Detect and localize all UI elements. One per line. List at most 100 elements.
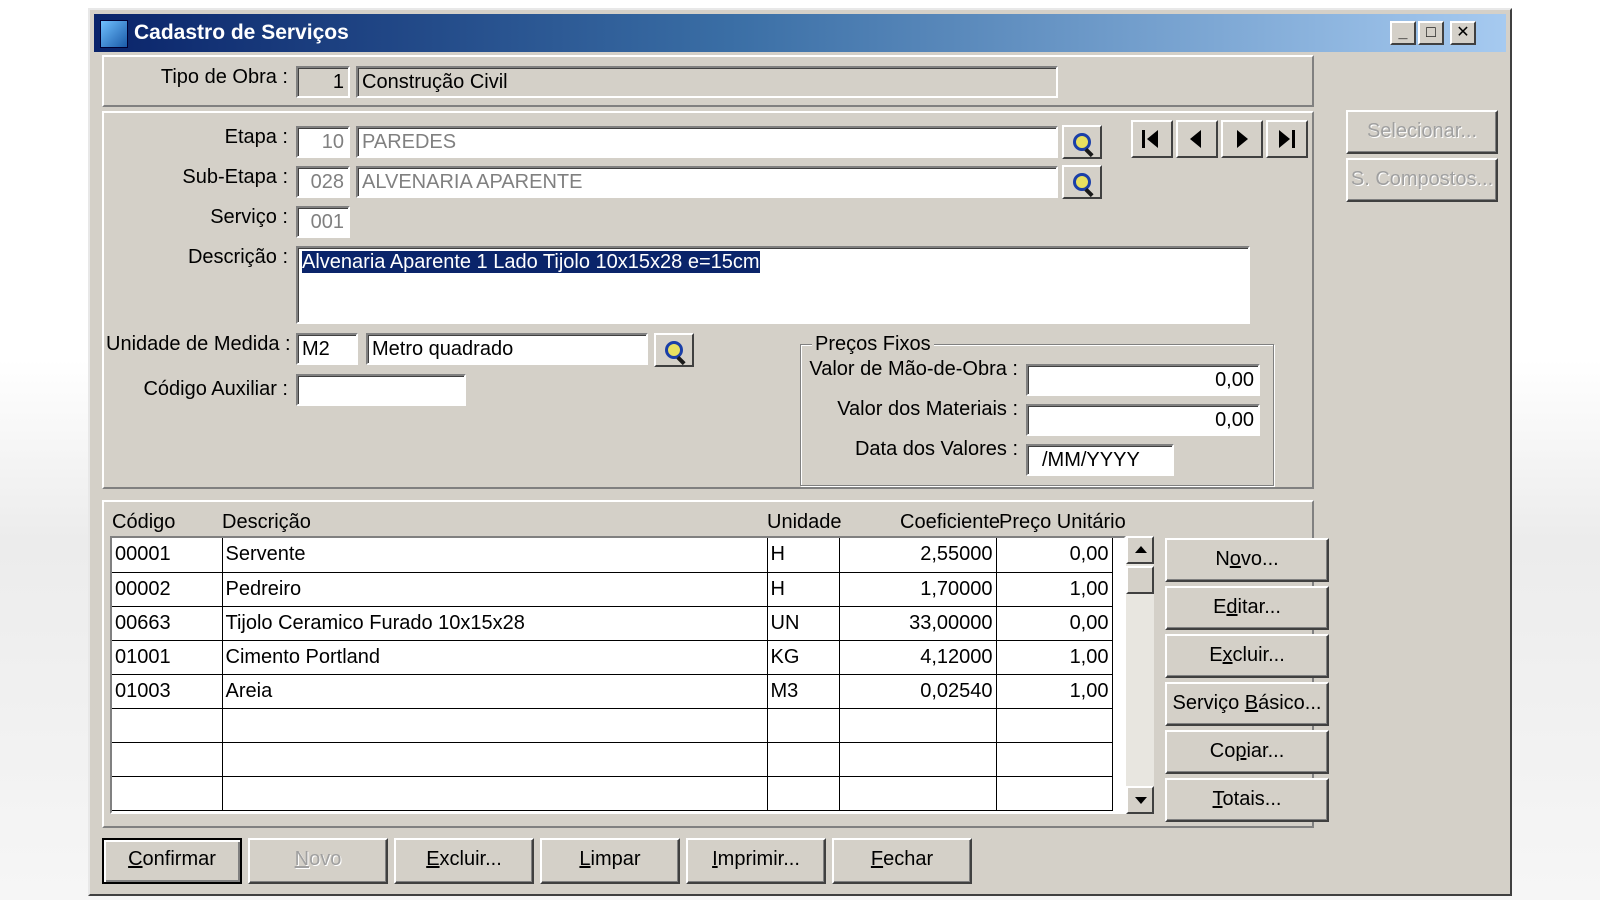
table-cell[interactable]: 00001 [112,538,223,573]
table-cell[interactable]: Pedreiro [222,572,768,607]
table-cell[interactable] [839,708,997,743]
col-header-coeficiente[interactable]: Coeficiente [900,511,1000,534]
table-cell[interactable]: 1,00 [996,674,1113,709]
table-cell[interactable]: 00002 [112,572,223,607]
maximize-button[interactable]: □ [1418,21,1444,45]
window-title: Cadastro de Serviços [134,21,349,44]
composicao-grid[interactable]: 00001 Servente H 2,55000 0,00 00002 Pedreiro H 1… [110,536,1126,814]
materiais-field[interactable]: 0,00 [1026,404,1260,436]
table-row[interactable] [112,776,1113,811]
table-cell[interactable]: 1,70000 [839,572,997,607]
selecionar-button[interactable]: Selecionar... [1346,110,1498,154]
etapa-name-field: PAREDES [356,126,1058,158]
table-cell[interactable]: KG [767,640,840,675]
table-row[interactable]: 00002 Pedreiro H 1,70000 1,00 [112,572,1113,607]
col-header-preco[interactable]: Preço Unitário [999,511,1126,534]
grid-excluir-button[interactable]: Excluir... [1165,634,1329,678]
table-cell[interactable] [767,708,840,743]
data-valores-field[interactable]: /MM/YYYY [1026,444,1174,476]
copiar-button[interactable]: Copiar... [1165,730,1329,774]
imprimir-button[interactable]: Imprimir... [686,838,826,884]
scroll-up-button[interactable] [1126,536,1154,564]
table-row[interactable]: 01003 Areia M3 0,02540 1,00 [112,674,1113,709]
table-cell[interactable] [112,742,223,777]
table-cell[interactable]: 00663 [112,606,223,641]
servico-code-field[interactable]: 001 [296,206,350,238]
next-record-button[interactable] [1221,120,1263,158]
footer-excluir-button[interactable]: Excluir... [394,838,534,884]
table-cell[interactable]: 01001 [112,640,223,675]
servico-basico-button[interactable]: Serviço Básico... [1165,682,1329,726]
previous-record-button[interactable] [1176,120,1218,158]
totais-button[interactable]: Totais... [1165,778,1329,822]
grid-editar-button[interactable]: Editar... [1165,586,1329,630]
table-cell[interactable] [996,742,1113,777]
table-cell[interactable] [996,776,1113,811]
etapa-search-button[interactable] [1062,125,1102,159]
limpar-button[interactable]: Limpar [540,838,680,884]
table-cell[interactable]: Areia [222,674,768,709]
editar-accel: d [1226,596,1238,618]
table-cell[interactable]: 0,00 [996,606,1113,641]
subetapa-code-field[interactable]: 028 [296,166,350,198]
table-cell[interactable]: 33,00000 [839,606,997,641]
unidade-code-field[interactable]: M2 [296,333,358,365]
table-cell[interactable] [767,776,840,811]
confirmar-accel: C [128,848,143,870]
etapa-code-field[interactable]: 10 [296,126,350,158]
table-cell[interactable]: 1,00 [996,640,1113,675]
table-cell[interactable] [996,708,1113,743]
table-row[interactable]: 00663 Tijolo Ceramico Furado 10x15x28 UN 33… [112,606,1113,641]
unidade-search-button[interactable] [654,333,694,367]
col-header-descricao[interactable]: Descrição [222,511,311,534]
scroll-down-button[interactable] [1126,786,1154,814]
fechar-button[interactable]: Fechar [832,838,972,884]
grid-scrollbar[interactable] [1126,536,1154,814]
confirmar-button[interactable]: Confirmar [102,838,242,884]
table-cell[interactable]: Cimento Portland [222,640,768,675]
title-bar[interactable]: Cadastro de Serviços _ □ ✕ [94,14,1506,52]
table-cell[interactable]: 0,00 [996,538,1113,573]
table-cell[interactable]: 4,12000 [839,640,997,675]
editar-text-a: E [1213,596,1227,618]
table-cell[interactable]: 0,02540 [839,674,997,709]
minimize-button[interactable]: _ [1390,21,1416,45]
table-cell[interactable]: 1,00 [996,572,1113,607]
table-cell[interactable]: Tijolo Ceramico Furado 10x15x28 [222,606,768,641]
table-cell[interactable] [112,708,223,743]
table-cell[interactable] [112,776,223,811]
table-cell[interactable]: 01003 [112,674,223,709]
table-cell[interactable] [222,708,768,743]
first-record-button[interactable] [1131,120,1173,158]
arrow-up-icon [1135,546,1147,553]
table-cell[interactable]: M3 [767,674,840,709]
col-header-unidade[interactable]: Unidade [767,511,842,534]
magnifier-icon [665,341,683,359]
mao-obra-field[interactable]: 0,00 [1026,364,1260,396]
last-record-button[interactable] [1266,120,1308,158]
grid-novo-button[interactable]: Novo... [1165,538,1329,582]
table-cell[interactable] [839,742,997,777]
table-cell[interactable]: H [767,572,840,607]
descricao-textarea[interactable]: Alvenaria Aparente 1 Lado Tijolo 10x15x2… [296,246,1250,324]
footer-novo-button[interactable]: Novo [248,838,388,884]
subetapa-label: Sub-Etapa : [182,166,288,188]
table-cell[interactable] [222,742,768,777]
table-cell[interactable]: 2,55000 [839,538,997,573]
subetapa-search-button[interactable] [1062,165,1102,199]
codigo-aux-field[interactable] [296,374,466,406]
table-row[interactable] [112,742,1113,777]
table-cell[interactable] [222,776,768,811]
scroll-thumb[interactable] [1126,566,1154,594]
table-row[interactable] [112,708,1113,743]
table-cell[interactable] [839,776,997,811]
col-header-codigo[interactable]: Código [112,511,175,534]
compostos-button[interactable]: S. Compostos... [1346,158,1498,202]
table-cell[interactable]: Servente [222,538,768,573]
table-row[interactable]: 01001 Cimento Portland KG 4,12000 1,00 [112,640,1113,675]
table-row[interactable]: 00001 Servente H 2,55000 0,00 [112,538,1113,573]
table-cell[interactable]: H [767,538,840,573]
table-cell[interactable]: UN [767,606,840,641]
close-button[interactable]: ✕ [1450,21,1476,45]
table-cell[interactable] [767,742,840,777]
